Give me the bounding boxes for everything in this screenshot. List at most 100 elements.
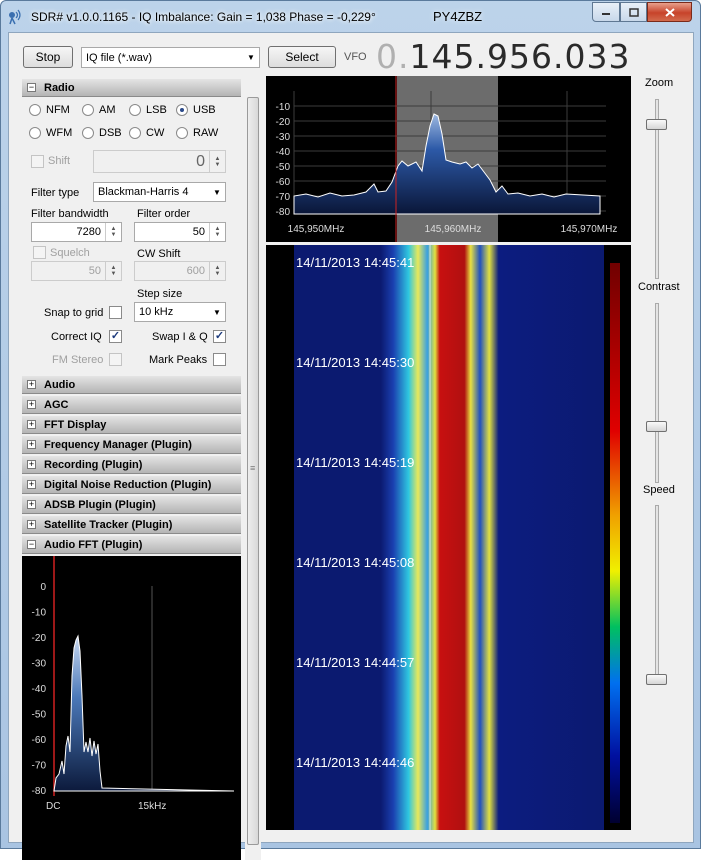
mark-peaks-checkbox[interactable] [213,353,226,366]
spinner-arrows-icon[interactable]: ▲ ▼ [209,151,225,172]
squelch-input[interactable]: 50 ▲ ▼ [31,261,122,281]
radio-button-icon [129,104,141,116]
step-size-label: Step size [137,288,183,300]
correct-iq-label: Correct IQ [51,331,102,343]
contrast-slider-track[interactable] [655,303,659,483]
audio-fft-trace [53,634,235,792]
contrast-label: Contrast [638,281,680,293]
shift-label: Shift [48,155,71,167]
filter-type-select[interactable]: Blackman-Harris 4 ▼ [93,182,226,202]
radio-section-header[interactable]: − Radio [22,79,241,97]
vfo-leading-digits: 0. [376,37,410,76]
contrast-slider-thumb[interactable] [646,421,667,433]
step-size-value: 10 kHz [139,306,174,318]
radio-mode-dsb[interactable]: DSB [82,127,122,139]
source-select[interactable]: IQ file (*.wav) ▼ [81,47,260,68]
radio-mode-raw[interactable]: RAW [176,127,218,139]
audio-fft-y-tick-label: -70 [32,761,47,772]
radio-button-icon [82,104,94,116]
radio-mode-usb[interactable]: USB [176,104,216,116]
section-header-agc[interactable]: + AGC [22,396,241,414]
waterfall-timestamp: 14/11/2013 14:45:30 [296,355,414,370]
minimize-button[interactable] [592,2,620,22]
spectrum-analyzer[interactable]: -10 -20 -30 -40 -50 -60 -70 -80 145,950MHz 145,9… [266,76,631,242]
close-icon [664,7,675,17]
radio-mode-nfm[interactable]: NFM [29,104,70,116]
snap-to-grid-checkbox[interactable] [109,306,122,319]
radio-mode-lsb[interactable]: LSB [129,104,167,116]
stop-button[interactable]: Stop [23,46,73,68]
spectrum-x-tick-label: 145,970MHz [561,224,618,235]
radio-button-icon [129,127,141,139]
radio-mode-am[interactable]: AM [82,104,116,116]
section-header-satellite-tracker[interactable]: + Satellite Tracker (Plugin) [22,516,241,534]
source-select-value: IQ file (*.wav) [86,51,153,64]
vfo-label: VFO [344,51,367,63]
speed-slider-thumb[interactable] [646,674,667,685]
shift-checkbox[interactable] [31,155,44,168]
vfo-frequency-display[interactable]: 0.145.956.033 [376,37,630,76]
mark-peaks-label: Mark Peaks [149,354,208,366]
section-header-noise-reduction[interactable]: + Digital Noise Reduction (Plugin) [22,476,241,494]
spinner-arrows-icon[interactable]: ▲ ▼ [209,223,225,241]
expand-icon: + [27,439,36,449]
spectrum-y-tick-label: -80 [276,207,291,218]
filter-bandwidth-input[interactable]: 7280 ▲ ▼ [31,222,122,242]
splitter-grip-icon[interactable]: ≡ [250,463,255,473]
window-title: SDR# v1.0.0.1165 - IQ Imbalance: Gain = … [31,10,376,24]
spectrum-y-tick-label: -20 [276,117,291,128]
expand-icon: + [27,459,36,469]
radio-button-icon [29,104,41,116]
audio-fft-y-tick-label: -10 [32,608,47,619]
step-size-select[interactable]: 10 kHz ▼ [134,302,226,322]
filter-bandwidth-label: Filter bandwidth [31,208,109,220]
title-bar[interactable]: SDR# v1.0.0.1165 - IQ Imbalance: Gain = … [1,1,700,31]
radio-button-selected-icon [176,104,188,116]
audio-fft-plot[interactable]: 0 -10 -20 -30 -40 -50 -60 -70 -80 DC 15kHz [22,556,241,860]
section-header-adsb[interactable]: + ADSB Plugin (Plugin) [22,496,241,514]
spinner-arrows-icon[interactable]: ▲ ▼ [105,223,121,241]
sdr-app-icon [9,9,21,25]
speed-label: Speed [643,484,675,496]
swap-iq-label: Swap I & Q [152,331,208,343]
radio-mode-cw[interactable]: CW [129,127,164,139]
left-panel-scrollbar[interactable] [245,93,261,860]
vfo-frequency-value: 145.956.033 [409,37,631,76]
correct-iq-checkbox[interactable]: ✓ [109,330,122,343]
spinner-arrows-icon[interactable]: ▲ ▼ [209,262,225,280]
section-header-audio-fft[interactable]: − Audio FFT (Plugin) [22,536,241,554]
audio-fft-y-tick-label: -40 [32,684,47,695]
cw-shift-input[interactable]: 600 ▲ ▼ [134,261,226,281]
maximize-button[interactable] [620,2,647,22]
zoom-slider-thumb[interactable] [646,119,667,131]
audio-fft-y-tick-label: -80 [32,786,47,797]
shift-input[interactable]: 0 ▲ ▼ [93,150,226,173]
expand-icon: + [27,399,36,409]
swap-iq-checkbox[interactable]: ✓ [213,330,226,343]
app-window: SDR# v1.0.0.1165 - IQ Imbalance: Gain = … [0,0,701,860]
section-header-audio[interactable]: + Audio [22,376,241,394]
radio-button-icon [82,127,94,139]
expand-icon: + [27,479,36,489]
section-header-recording[interactable]: + Recording (Plugin) [22,456,241,474]
filter-order-input[interactable]: 50 ▲ ▼ [134,222,226,242]
radio-button-icon [29,127,41,139]
section-header-fft-display[interactable]: + FFT Display [22,416,241,434]
waterfall-color-scale [610,263,620,823]
filter-passband-highlight [397,76,498,242]
audio-fft-y-tick-label: -50 [32,710,47,721]
waterfall-timestamp: 14/11/2013 14:45:08 [296,555,414,570]
fm-stereo-checkbox[interactable] [109,353,122,366]
spectrum-x-tick-label: 145,950MHz [288,224,345,235]
chevron-down-icon: ▼ [247,53,255,62]
radio-mode-wfm[interactable]: WFM [29,127,72,139]
collapse-icon: − [27,82,36,92]
section-header-frequency-manager[interactable]: + Frequency Manager (Plugin) [22,436,241,454]
spectrum-x-tick-label: 145,960MHz [425,224,482,235]
waterfall-display[interactable]: 14/11/2013 14:45:41 14/11/2013 14:45:30 14… [266,245,631,830]
spinner-arrows-icon[interactable]: ▲ ▼ [105,262,121,280]
select-button[interactable]: Select [268,46,336,68]
speed-slider-track[interactable] [655,505,659,685]
squelch-checkbox[interactable] [33,246,46,259]
close-button[interactable] [647,2,692,22]
